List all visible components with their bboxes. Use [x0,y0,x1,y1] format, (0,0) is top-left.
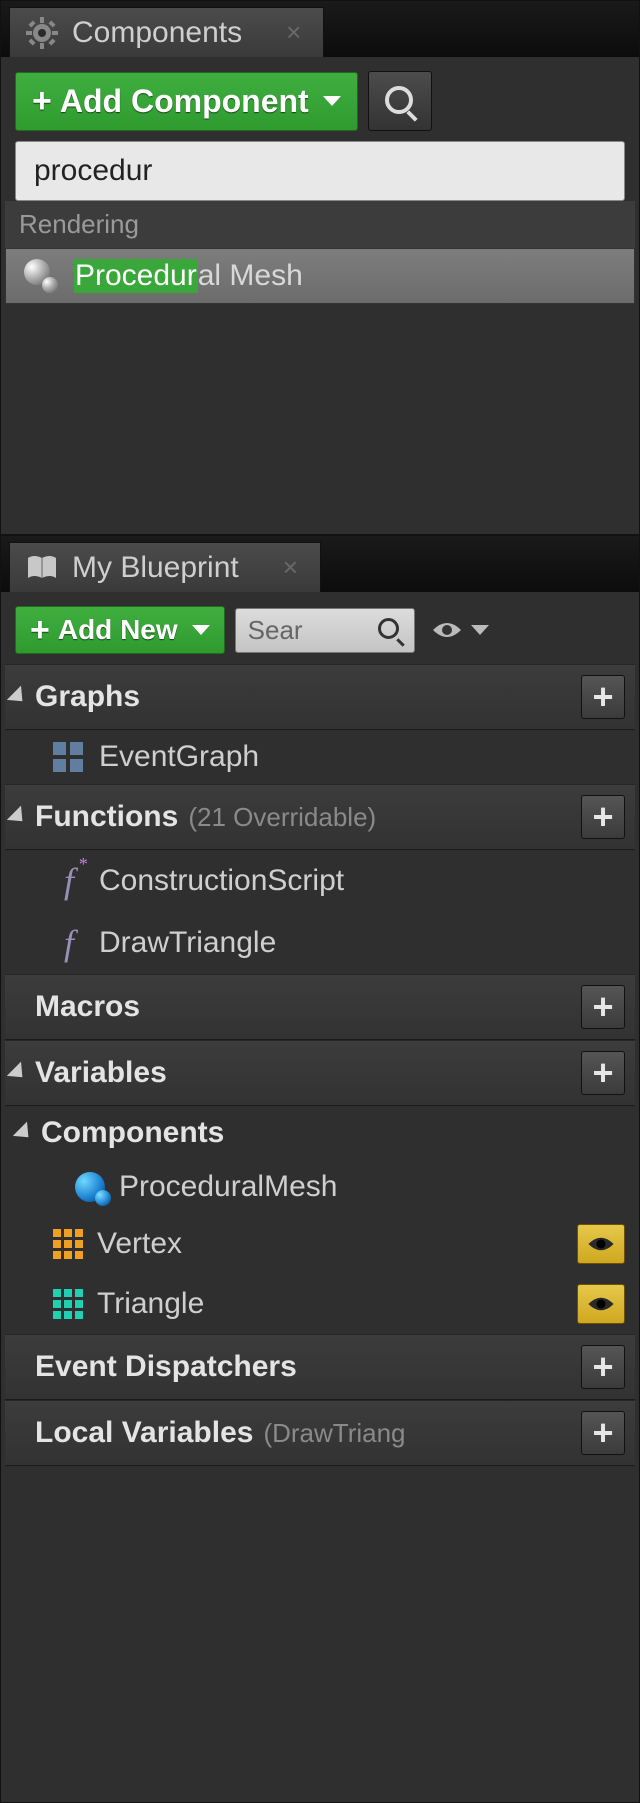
plus-icon: + [30,613,50,647]
disclosure-icon [7,686,30,709]
add-function-button[interactable]: + [581,795,625,839]
components-body: + Add Component Rendering Procedural Mes… [1,57,639,308]
search-result-procedural-mesh[interactable]: Procedural Mesh [5,248,635,304]
section-label-macros: Macros [35,990,140,1024]
chevron-down-icon [323,96,341,106]
tree-item-constructionscript[interactable]: f ConstructionScript [5,850,635,912]
tree-item-eventgraph[interactable]: EventGraph [5,730,635,784]
components-panel: Components × + Add Component Rendering P… [0,0,640,535]
visibility-toggle-vertex[interactable] [577,1224,625,1264]
search-icon [378,618,402,642]
add-local-variable-button[interactable]: + [581,1411,625,1455]
close-icon[interactable]: × [283,552,298,583]
components-tab-label: Components [72,16,242,50]
search-components-button[interactable] [368,71,432,131]
section-label-functions: Functions [35,800,178,834]
function-icon: f [53,922,85,964]
tree-label: ConstructionScript [99,864,344,898]
section-label-local-variables: Local Variables [35,1416,253,1450]
search-category-header: Rendering [5,201,635,248]
components-tab[interactable]: Components × [9,7,324,57]
section-header-local-variables[interactable]: Local Variables (DrawTriang + [5,1400,635,1466]
tree-label: Vertex [97,1227,182,1261]
function-override-icon: f [53,860,85,902]
section-label-graphs: Graphs [35,680,140,714]
section-sub-local-variables: (DrawTriang [263,1418,405,1449]
tree-label: DrawTriangle [99,926,276,960]
search-rest: al Mesh [198,259,303,293]
myblueprint-search-input[interactable]: Sear [235,608,415,653]
components-tab-bar: Components × [1,1,639,57]
array-icon [53,1289,83,1319]
section-header-components-sub[interactable]: Components [5,1106,635,1160]
add-graph-button[interactable]: + [581,675,625,719]
myblueprint-toolbar: + Add New Sear [5,596,635,664]
plus-icon: + [32,84,52,118]
tree-item-proceduralmesh[interactable]: ProceduralMesh [5,1160,635,1214]
section-header-graphs[interactable]: Graphs + [5,664,635,730]
eye-icon [431,620,463,640]
add-macro-button[interactable]: + [581,985,625,1029]
component-search-input[interactable] [15,141,625,201]
disclosure-icon [13,1122,36,1145]
search-icon [385,86,415,116]
section-label-components-sub: Components [41,1116,224,1150]
myblueprint-body: + Add New Sear Graphs + EventGraph [1,592,639,1470]
myblueprint-tab[interactable]: My Blueprint × [9,542,321,592]
myblueprint-tab-bar: My Blueprint × [1,536,639,592]
search-highlight: Procedur [74,259,198,293]
graph-icon [53,742,85,772]
tree-item-vertex[interactable]: Vertex [5,1214,635,1274]
tree-item-triangle[interactable]: Triangle [5,1274,635,1334]
close-icon[interactable]: × [286,17,301,48]
add-new-label: Add New [58,614,178,646]
tree-label: ProceduralMesh [119,1170,337,1204]
search-result-label: Procedural Mesh [74,259,303,293]
section-header-variables[interactable]: Variables + [5,1040,635,1106]
section-header-event-dispatchers[interactable]: Event Dispatchers + [5,1334,635,1400]
section-header-macros[interactable]: Macros + [5,974,635,1040]
myblueprint-tab-label: My Blueprint [72,551,239,585]
search-placeholder: Sear [248,615,374,646]
mesh-component-icon [75,1172,105,1202]
components-tab-icon [26,17,58,49]
blueprint-tab-icon [26,552,58,584]
disclosure-icon [7,806,30,829]
add-component-button[interactable]: + Add Component [15,72,358,131]
section-header-functions[interactable]: Functions (21 Overridable) + [5,784,635,850]
section-sub-functions: (21 Overridable) [188,802,376,833]
section-label-event-dispatchers: Event Dispatchers [35,1350,297,1384]
mesh-icon [24,259,58,293]
tree-label: EventGraph [99,740,259,774]
add-variable-button[interactable]: + [581,1051,625,1095]
add-new-button[interactable]: + Add New [15,606,225,654]
add-event-dispatcher-button[interactable]: + [581,1345,625,1389]
chevron-down-icon [192,625,210,635]
eye-icon [586,1235,616,1253]
tree-item-drawtriangle[interactable]: f DrawTriangle [5,912,635,974]
eye-icon [586,1295,616,1313]
myblueprint-panel: My Blueprint × + Add New Sear Graphs + [0,535,640,1803]
chevron-down-icon [471,625,489,635]
visibility-toggle-triangle[interactable] [577,1284,625,1324]
array-icon [53,1229,83,1259]
tree-label: Triangle [97,1287,204,1321]
components-toolbar: + Add Component [5,61,635,141]
add-component-label: Add Component [60,83,309,120]
view-options-button[interactable] [425,616,495,644]
section-label-variables: Variables [35,1056,167,1090]
disclosure-icon [7,1062,30,1085]
